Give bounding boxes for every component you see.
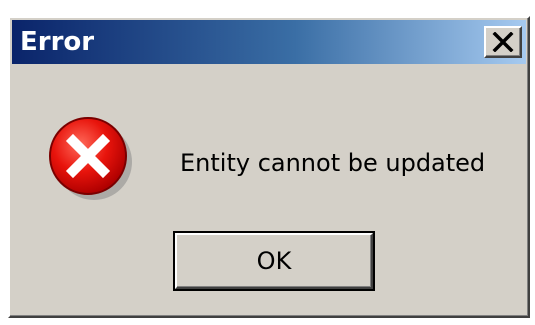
window-title: Error xyxy=(20,27,95,57)
title-bar[interactable]: Error xyxy=(12,20,526,64)
close-icon xyxy=(492,32,514,52)
ok-button[interactable]: OK xyxy=(173,231,375,291)
close-button[interactable] xyxy=(484,26,522,58)
error-message: Entity cannot be updated xyxy=(180,149,486,177)
ok-button-label: OK xyxy=(256,247,292,275)
error-icon xyxy=(49,117,132,200)
error-dialog: Error Entity cannot be updated OK xyxy=(8,16,530,318)
